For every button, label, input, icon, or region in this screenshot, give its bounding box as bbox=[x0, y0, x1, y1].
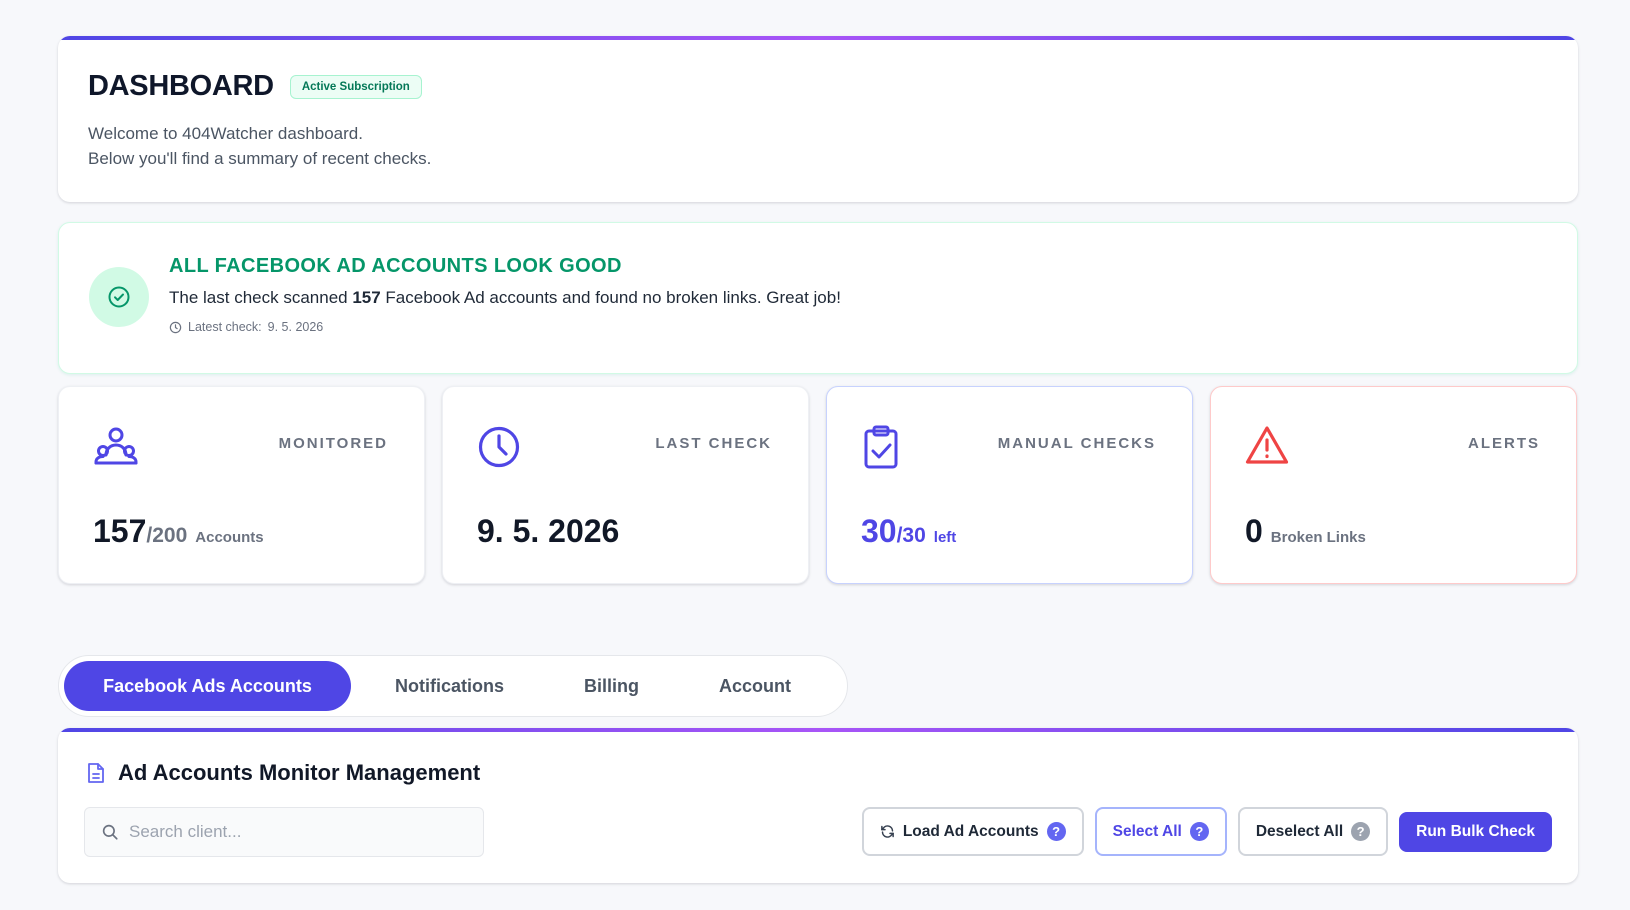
search-input[interactable] bbox=[129, 822, 469, 842]
page-title: DASHBOARD bbox=[88, 70, 274, 102]
header-card: DASHBOARD Active Subscription Welcome to… bbox=[58, 36, 1578, 202]
check-circle-icon bbox=[89, 267, 149, 327]
deselect-all-button[interactable]: Deselect All ? bbox=[1237, 807, 1389, 856]
manual-checks-card: MANUAL CHECKS 30 /30 left bbox=[826, 386, 1193, 584]
monitored-count: 157 bbox=[93, 513, 147, 549]
help-icon[interactable]: ? bbox=[1189, 822, 1209, 841]
last-check-value: 9. 5. 2026 bbox=[477, 513, 619, 550]
alerts-label: ALERTS bbox=[1468, 435, 1540, 452]
search-box bbox=[84, 807, 484, 857]
scanned-count: 157 bbox=[352, 288, 381, 307]
monitored-value: 157 /200 Accounts bbox=[93, 513, 264, 550]
action-buttons: Load Ad Accounts ? Select All ? Deselect… bbox=[861, 807, 1552, 856]
warning-icon bbox=[1245, 425, 1289, 470]
document-icon bbox=[88, 763, 104, 783]
monitored-card: MONITORED 157 /200 Accounts bbox=[58, 386, 425, 584]
manual-checks-count: 30 bbox=[861, 513, 897, 549]
tab-facebook-ads-accounts[interactable]: Facebook Ads Accounts bbox=[64, 661, 351, 711]
manual-checks-value: 30 /30 left bbox=[861, 513, 956, 550]
users-icon bbox=[93, 425, 139, 472]
monitored-unit: Accounts bbox=[195, 529, 264, 546]
status-text-before: The last check scanned bbox=[169, 288, 353, 307]
alerts-unit: Broken Links bbox=[1270, 529, 1366, 546]
latest-check: Latest check: 9. 5. 2026 bbox=[169, 320, 841, 334]
latest-check-label: Latest check: bbox=[188, 320, 262, 334]
last-check-label: LAST CHECK bbox=[655, 435, 772, 452]
alerts-card: ALERTS 0 Broken Links bbox=[1210, 386, 1577, 584]
search-icon bbox=[102, 824, 118, 840]
status-title: ALL FACEBOOK AD ACCOUNTS LOOK GOOD bbox=[169, 255, 622, 277]
help-icon[interactable]: ? bbox=[1046, 822, 1066, 841]
monitored-label: MONITORED bbox=[278, 435, 388, 452]
load-ad-accounts-button[interactable]: Load Ad Accounts ? bbox=[861, 807, 1084, 856]
manual-checks-label: MANUAL CHECKS bbox=[997, 435, 1156, 452]
subscription-badge: Active Subscription bbox=[289, 74, 422, 99]
status-card: ALL FACEBOOK AD ACCOUNTS LOOK GOOD The l… bbox=[58, 222, 1578, 374]
monitored-limit: /200 bbox=[146, 524, 188, 547]
management-accent-bar bbox=[58, 728, 1578, 732]
clipboard-check-icon bbox=[861, 425, 901, 476]
deselect-all-label: Deselect All bbox=[1255, 822, 1344, 840]
tab-bar: Facebook Ads Accounts Notifications Bill… bbox=[58, 655, 848, 717]
refresh-icon bbox=[880, 825, 894, 838]
last-check-card: LAST CHECK 9. 5. 2026 bbox=[442, 386, 809, 584]
alerts-value: 0 Broken Links bbox=[1245, 513, 1366, 550]
help-icon[interactable]: ? bbox=[1351, 822, 1371, 841]
management-card: Ad Accounts Monitor Management Load Ad A… bbox=[58, 728, 1578, 883]
header-accent-bar bbox=[58, 36, 1578, 40]
select-all-button[interactable]: Select All ? bbox=[1094, 807, 1227, 856]
summary-text: Below you'll find a summary of recent ch… bbox=[88, 149, 432, 168]
stats-row: MONITORED 157 /200 Accounts LAST CHECK 9… bbox=[58, 386, 1578, 584]
tab-billing[interactable]: Billing bbox=[544, 661, 679, 711]
alerts-count: 0 bbox=[1245, 513, 1263, 549]
clock-icon bbox=[477, 425, 521, 474]
manual-checks-unit: left bbox=[933, 529, 957, 546]
management-title: Ad Accounts Monitor Management bbox=[118, 760, 481, 785]
tab-account[interactable]: Account bbox=[679, 661, 831, 711]
run-bulk-check-button[interactable]: Run Bulk Check bbox=[1399, 811, 1552, 852]
manual-checks-limit: /30 bbox=[896, 524, 926, 547]
status-text-after: Facebook Ad accounts and found no broken… bbox=[380, 288, 841, 307]
last-check-date: 9. 5. 2026 bbox=[477, 513, 620, 549]
load-ad-accounts-label: Load Ad Accounts bbox=[902, 822, 1039, 840]
select-all-label: Select All bbox=[1112, 822, 1182, 840]
status-message: The last check scanned 157 Facebook Ad a… bbox=[169, 288, 841, 308]
welcome-text: Welcome to 404Watcher dashboard. bbox=[88, 124, 363, 143]
clock-small-icon bbox=[169, 321, 182, 333]
latest-check-date: 9. 5. 2026 bbox=[267, 320, 324, 334]
tab-notifications[interactable]: Notifications bbox=[355, 661, 544, 711]
